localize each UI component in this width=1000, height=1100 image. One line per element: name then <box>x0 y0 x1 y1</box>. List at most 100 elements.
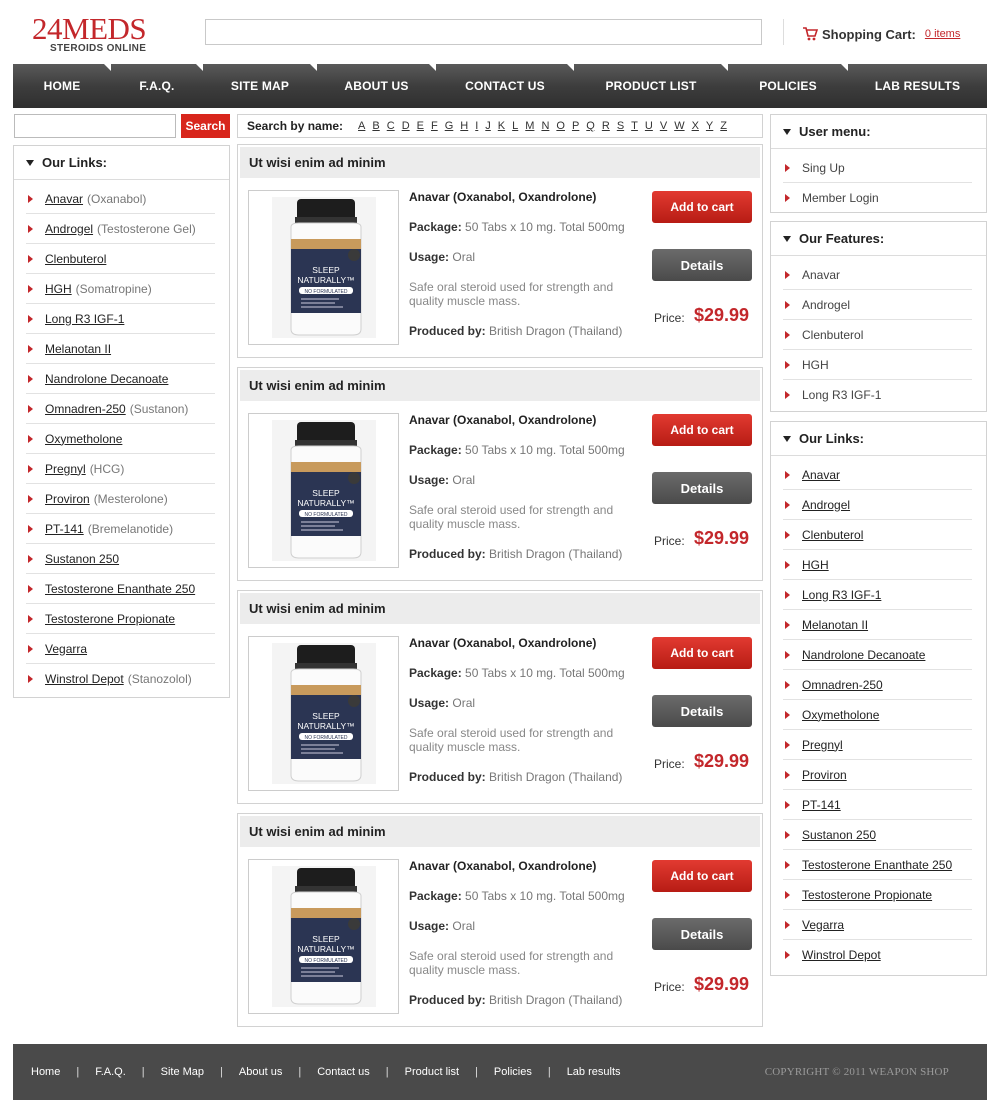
feature-link[interactable]: Androgel <box>802 298 850 312</box>
nav-policies[interactable]: POLICIES <box>728 64 848 108</box>
right-link-link[interactable]: HGH <box>802 558 829 572</box>
sidebar-link[interactable]: Nandrolone Decanoate <box>45 372 168 386</box>
alphabet-letter-link[interactable]: E <box>417 120 424 132</box>
details-button[interactable]: Details <box>652 472 752 504</box>
footer-link[interactable]: About us <box>239 1066 282 1078</box>
sidebar-link[interactable]: Oxymetholone <box>45 432 122 446</box>
footer-link[interactable]: Site Map <box>161 1066 204 1078</box>
product-name[interactable]: Anavar (Oxanabol, Oxandrolone) <box>409 413 596 427</box>
nav-contact-us[interactable]: CONTACT US <box>436 64 574 108</box>
right-link-link[interactable]: Clenbuterol <box>802 528 863 542</box>
header-search-input[interactable] <box>205 19 762 45</box>
alphabet-letter-link[interactable]: O <box>556 120 565 132</box>
add-to-cart-button[interactable]: Add to cart <box>652 191 752 223</box>
details-button[interactable]: Details <box>652 918 752 950</box>
footer-link[interactable]: Policies <box>494 1066 532 1078</box>
footer-link[interactable]: F.A.Q. <box>95 1066 126 1078</box>
add-to-cart-button[interactable]: Add to cart <box>652 414 752 446</box>
alphabet-letter-link[interactable]: P <box>572 120 579 132</box>
sidebar-link[interactable]: Proviron <box>45 492 90 506</box>
alphabet-letter-link[interactable]: I <box>475 120 478 132</box>
footer-link[interactable]: Lab results <box>567 1066 621 1078</box>
right-link-link[interactable]: Testosterone Propionate <box>802 888 932 902</box>
footer-link[interactable]: Contact us <box>317 1066 370 1078</box>
sidebar-link[interactable]: Sustanon 250 <box>45 552 119 566</box>
product-image[interactable]: SLEEP NATURALLY™ NO FORMULATED <box>248 636 399 791</box>
feature-link[interactable]: Anavar <box>802 268 840 282</box>
sidebar-link[interactable]: PT-141 <box>45 522 84 536</box>
details-button[interactable]: Details <box>652 695 752 727</box>
add-to-cart-button[interactable]: Add to cart <box>652 860 752 892</box>
sidebar-link[interactable]: Anavar <box>45 192 83 206</box>
sidebar-link[interactable]: Androgel <box>45 222 93 236</box>
alphabet-letter-link[interactable]: S <box>617 120 624 132</box>
alphabet-letter-link[interactable]: X <box>692 120 699 132</box>
sidebar-search-input[interactable] <box>14 114 176 138</box>
footer-link[interactable]: Product list <box>405 1066 459 1078</box>
nav-home[interactable]: HOME <box>13 64 111 108</box>
right-link-link[interactable]: Oxymetholone <box>802 708 879 722</box>
site-logo[interactable]: 24MEDS STEROIDS ONLINE <box>32 12 182 58</box>
sidebar-link[interactable]: Omnadren-250 <box>45 402 126 416</box>
alphabet-letter-link[interactable]: R <box>602 120 610 132</box>
right-link-link[interactable]: Proviron <box>802 768 847 782</box>
alphabet-letter-link[interactable]: U <box>645 120 653 132</box>
product-image[interactable]: SLEEP NATURALLY™ NO FORMULATED <box>248 190 399 345</box>
alphabet-letter-link[interactable]: Q <box>586 120 595 132</box>
alphabet-letter-link[interactable]: F <box>431 120 438 132</box>
alphabet-letter-link[interactable]: A <box>358 120 365 132</box>
right-link-link[interactable]: Nandrolone Decanoate <box>802 648 925 662</box>
feature-link[interactable]: Clenbuterol <box>802 328 863 342</box>
nav-about-us[interactable]: ABOUT US <box>317 64 436 108</box>
details-button[interactable]: Details <box>652 249 752 281</box>
right-link-link[interactable]: Testosterone Enanthate 250 <box>802 858 952 872</box>
product-name[interactable]: Anavar (Oxanabol, Oxandrolone) <box>409 636 596 650</box>
nav-site-map[interactable]: SITE MAP <box>203 64 317 108</box>
right-link-link[interactable]: Long R3 IGF-1 <box>802 588 881 602</box>
alphabet-letter-link[interactable]: G <box>445 120 454 132</box>
alphabet-letter-link[interactable]: M <box>525 120 534 132</box>
alphabet-letter-link[interactable]: J <box>485 120 491 132</box>
alphabet-letter-link[interactable]: B <box>372 120 379 132</box>
sidebar-link[interactable]: Vegarra <box>45 642 87 656</box>
sidebar-link[interactable]: Winstrol Depot <box>45 672 124 686</box>
sidebar-link[interactable]: HGH <box>45 282 72 296</box>
alphabet-letter-link[interactable]: V <box>660 120 667 132</box>
sidebar-link[interactable]: Melanotan II <box>45 342 111 356</box>
sidebar-link[interactable]: Long R3 IGF-1 <box>45 312 124 326</box>
user-menu-link[interactable]: Member Login <box>802 191 879 205</box>
alphabet-letter-link[interactable]: Z <box>720 120 727 132</box>
right-link-link[interactable]: Sustanon 250 <box>802 828 876 842</box>
right-link-link[interactable]: Melanotan II <box>802 618 868 632</box>
add-to-cart-button[interactable]: Add to cart <box>652 637 752 669</box>
right-link-link[interactable]: Omnadren-250 <box>802 678 883 692</box>
product-name[interactable]: Anavar (Oxanabol, Oxandrolone) <box>409 859 596 873</box>
feature-link[interactable]: HGH <box>802 358 829 372</box>
product-image[interactable]: SLEEP NATURALLY™ NO FORMULATED <box>248 859 399 1014</box>
product-name[interactable]: Anavar (Oxanabol, Oxandrolone) <box>409 190 596 204</box>
nav-faq[interactable]: F.A.Q. <box>111 64 203 108</box>
right-link-link[interactable]: Androgel <box>802 498 850 512</box>
footer-link[interactable]: Home <box>31 1066 60 1078</box>
alphabet-letter-link[interactable]: K <box>498 120 505 132</box>
alphabet-letter-link[interactable]: T <box>631 120 638 132</box>
sidebar-link[interactable]: Clenbuterol <box>45 252 106 266</box>
sidebar-search-button[interactable]: Search <box>181 114 230 138</box>
nav-lab-results[interactable]: LAB RESULTS <box>848 64 987 108</box>
right-link-link[interactable]: Anavar <box>802 468 840 482</box>
right-link-link[interactable]: PT-141 <box>802 798 841 812</box>
sidebar-link[interactable]: Testosterone Propionate <box>45 612 175 626</box>
feature-link[interactable]: Long R3 IGF-1 <box>802 388 881 402</box>
alphabet-letter-link[interactable]: H <box>460 120 468 132</box>
nav-product-list[interactable]: PRODUCT LIST <box>574 64 728 108</box>
alphabet-letter-link[interactable]: D <box>402 120 410 132</box>
alphabet-letter-link[interactable]: L <box>512 120 518 132</box>
sidebar-link[interactable]: Pregnyl <box>45 462 86 476</box>
alphabet-letter-link[interactable]: N <box>541 120 549 132</box>
user-menu-link[interactable]: Sing Up <box>802 161 845 175</box>
alphabet-letter-link[interactable]: C <box>387 120 395 132</box>
right-link-link[interactable]: Winstrol Depot <box>802 948 881 962</box>
right-link-link[interactable]: Vegarra <box>802 918 844 932</box>
right-link-link[interactable]: Pregnyl <box>802 738 843 752</box>
alphabet-letter-link[interactable]: W <box>674 120 684 132</box>
